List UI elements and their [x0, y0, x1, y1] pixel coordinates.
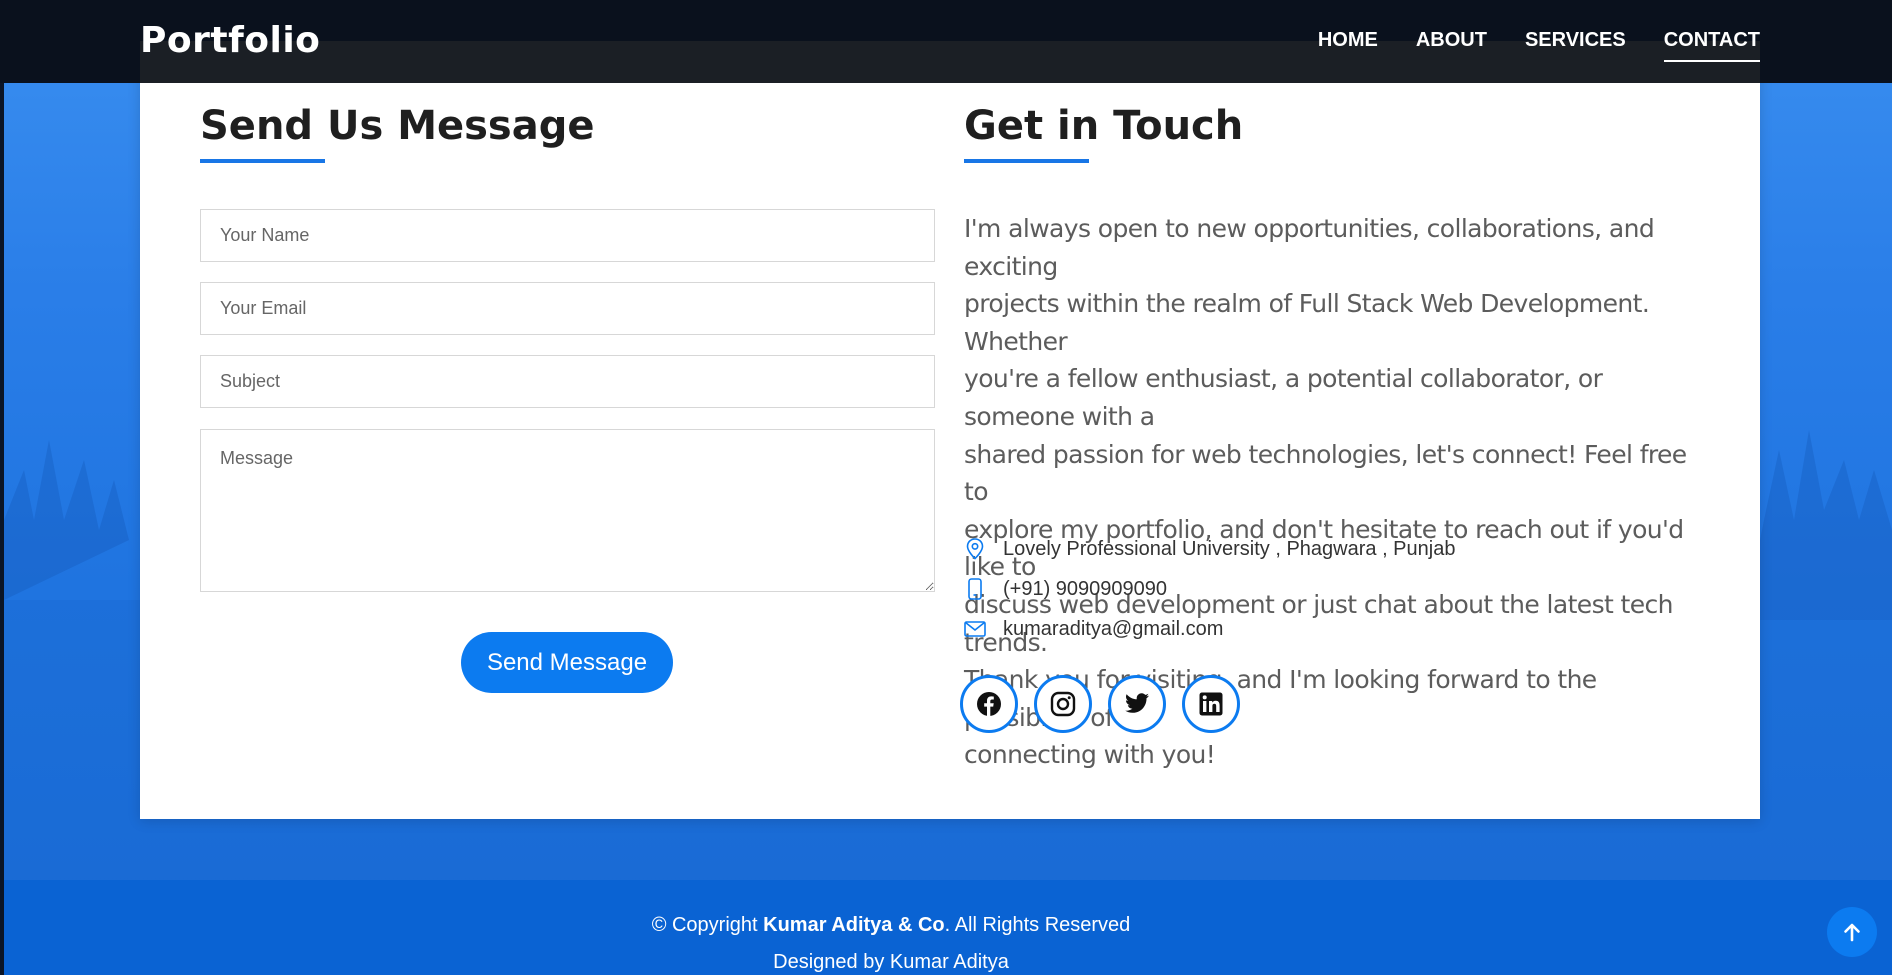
footer-credits: Designed by Kumar Aditya [0, 951, 1892, 974]
instagram-icon[interactable] [1034, 675, 1092, 733]
nav-contact[interactable]: CONTACT [1663, 29, 1761, 62]
footer-copyright: © Copyright Kumar Aditya & Co. All Right… [0, 914, 1892, 937]
email-text[interactable]: kumaraditya@gmail.com [1003, 618, 1223, 641]
phone-text: (+91) 9090909090 [1003, 577, 1168, 600]
about-line: I'm always open to new opportunities, co… [964, 214, 1655, 281]
envelope-icon [964, 617, 986, 641]
subject-input[interactable] [200, 355, 935, 408]
about-line: shared passion for web technologies, let… [964, 439, 1687, 507]
twitter-icon[interactable] [1108, 675, 1166, 733]
name-input[interactable] [200, 209, 935, 262]
address-text: Lovely Professional University , Phagwar… [1003, 537, 1456, 560]
phone-icon [964, 577, 986, 601]
nav-about[interactable]: ABOUT [1416, 29, 1487, 52]
nav-links: HOME ABOUT SERVICES CONTACT [1280, 29, 1761, 62]
arrow-up-icon [1844, 923, 1860, 942]
copyright-suffix: . All Rights Reserved [944, 914, 1131, 936]
designed-by-text: Designed by Kumar Aditya [773, 951, 1009, 973]
company-name: Kumar Aditya & Co [763, 914, 945, 936]
facebook-icon[interactable] [960, 675, 1018, 733]
back-to-top-button[interactable] [1827, 907, 1877, 957]
copyright-prefix: © Copyright [651, 914, 764, 936]
location-pin-icon [964, 537, 986, 561]
about-line: connecting with you! [964, 740, 1216, 770]
email-row: kumaraditya@gmail.com [964, 617, 1223, 641]
address-row: Lovely Professional University , Phagwar… [964, 537, 1455, 561]
linkedin-icon[interactable] [1182, 675, 1240, 733]
about-line: you're a fellow enthusiast, a potential … [964, 364, 1603, 431]
about-line: projects within the realm of Full Stack … [964, 289, 1650, 356]
navbar: Portfolio HOME ABOUT SERVICES CONTACT [0, 0, 1892, 83]
nav-services[interactable]: SERVICES [1525, 29, 1626, 52]
send-message-button[interactable]: Send Message [461, 632, 673, 693]
email-input[interactable] [200, 282, 935, 335]
message-textarea[interactable] [200, 429, 935, 592]
social-links [960, 675, 1256, 733]
nav-home[interactable]: HOME [1318, 29, 1378, 52]
phone-row: (+91) 9090909090 [964, 577, 1167, 601]
brand-logo[interactable]: Portfolio [140, 20, 320, 61]
